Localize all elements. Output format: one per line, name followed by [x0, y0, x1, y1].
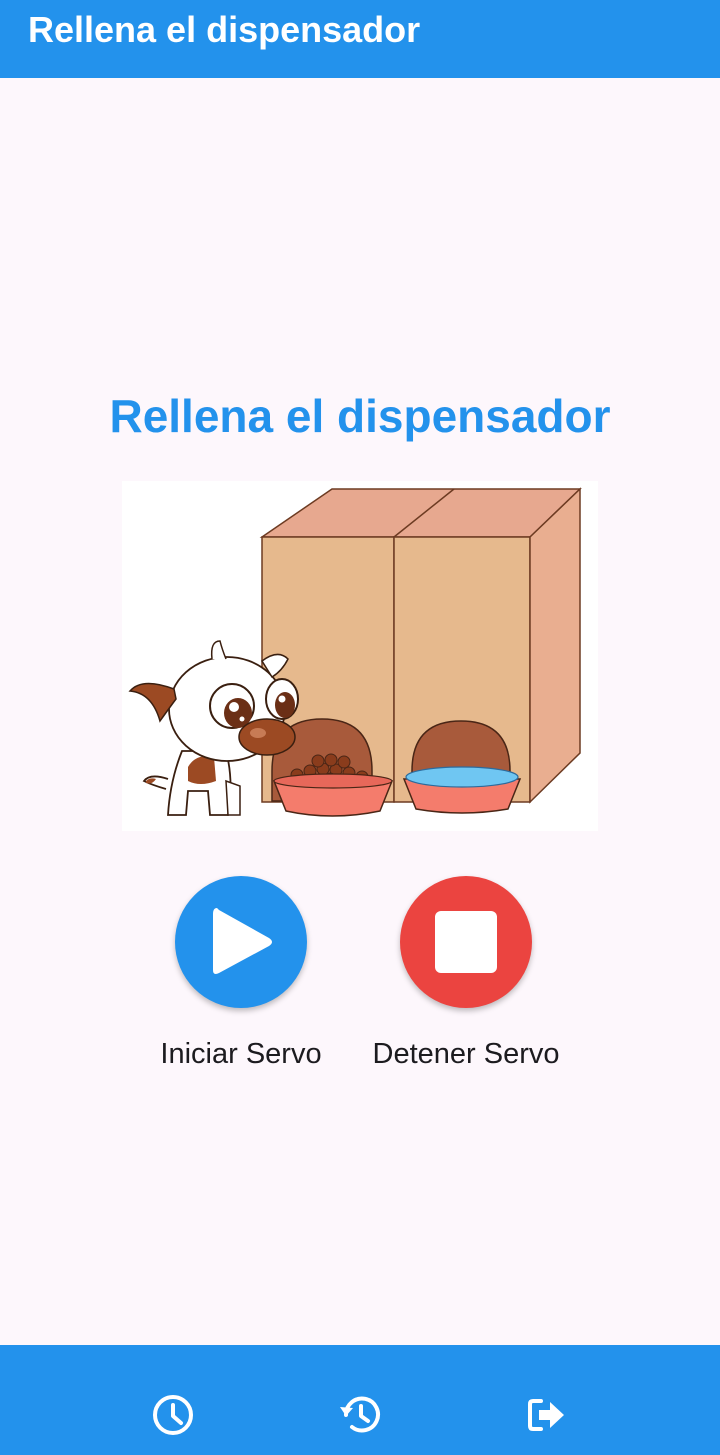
stop-icon [435, 911, 497, 973]
dispenser-illustration [122, 481, 598, 831]
start-servo-button[interactable] [175, 876, 307, 1008]
app-bar-title: Rellena el dispensador [28, 9, 421, 50]
start-servo-action: Iniciar Servo [131, 876, 351, 1072]
logout-icon [528, 1399, 564, 1431]
app-bar: Rellena el dispensador [0, 0, 720, 78]
stop-servo-button[interactable] [400, 876, 532, 1008]
nav-history-button[interactable] [338, 1393, 382, 1437]
main-content: Rellena el dispensador Iniciar Servo Det… [0, 78, 720, 1345]
nav-schedule-button[interactable] [151, 1393, 195, 1437]
bottom-navigation [0, 1345, 720, 1455]
start-servo-label: Iniciar Servo [160, 1038, 322, 1070]
history-icon [340, 1396, 380, 1433]
stop-servo-label: Detener Servo [372, 1038, 560, 1070]
stop-servo-action: Detener Servo [356, 876, 576, 1072]
page-heading: Rellena el dispensador [109, 390, 611, 442]
nav-logout-button[interactable] [525, 1393, 569, 1437]
play-icon [213, 908, 272, 974]
clock-icon [153, 1395, 193, 1435]
